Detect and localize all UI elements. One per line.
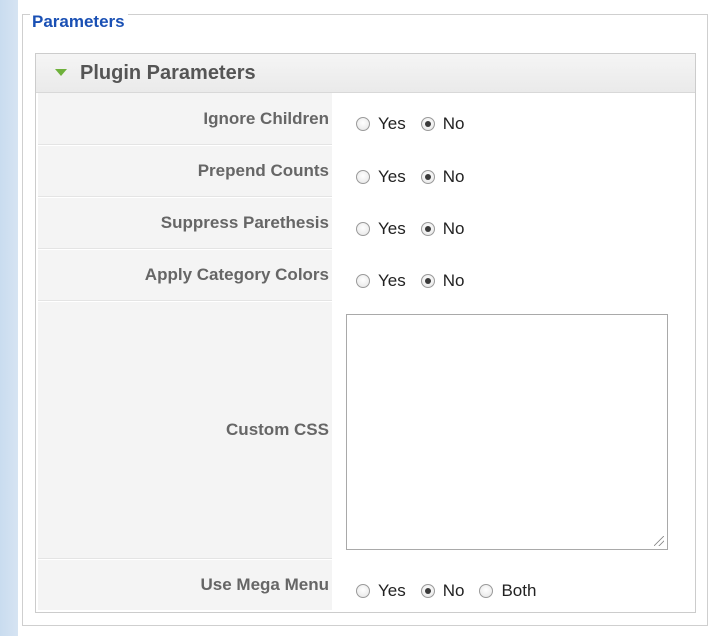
radio-group-apply-category-colors: Yes No (356, 250, 479, 312)
row-label-custom-css: Custom CSS (38, 302, 332, 559)
plugin-parameters-title: Plugin Parameters (80, 62, 256, 84)
radio-no[interactable] (420, 584, 435, 598)
radio-no[interactable] (420, 222, 435, 236)
option-both[interactable]: Both (479, 581, 536, 601)
parameters-legend: Parameters (30, 12, 128, 32)
custom-css-textarea[interactable] (346, 314, 668, 550)
radio-no[interactable] (420, 117, 435, 131)
radio-yes[interactable] (356, 170, 370, 184)
row-label-apply-category-colors: Apply Category Colors (38, 250, 332, 301)
option-yes[interactable]: Yes (356, 219, 406, 239)
radio-yes[interactable] (356, 274, 370, 288)
resize-grip-icon[interactable] (654, 536, 664, 546)
row-label-ignore-children: Ignore Children (38, 93, 332, 145)
option-yes[interactable]: Yes (356, 167, 406, 187)
radio-group-use-mega-menu: Yes No Both (356, 560, 551, 622)
option-yes[interactable]: Yes (356, 271, 406, 291)
option-no[interactable]: No (420, 219, 464, 239)
row-label-prepend-counts: Prepend Counts (38, 146, 332, 197)
radio-no[interactable] (420, 170, 435, 184)
row-label-suppress-parethesis: Suppress Parethesis (38, 198, 332, 249)
label-apply-category-colors: Apply Category Colors (144, 265, 329, 284)
option-no[interactable]: No (420, 271, 464, 291)
radio-yes[interactable] (356, 222, 370, 236)
label-custom-css: Custom CSS (226, 420, 329, 439)
radio-yes[interactable] (356, 117, 370, 131)
option-no[interactable]: No (420, 114, 464, 134)
label-use-mega-menu: Use Mega Menu (200, 575, 329, 594)
option-yes[interactable]: Yes (356, 114, 406, 134)
option-no[interactable]: No (420, 167, 464, 187)
radio-yes[interactable] (356, 584, 370, 598)
label-suppress-parethesis: Suppress Parethesis (160, 213, 329, 232)
triangle-down-icon[interactable] (55, 69, 67, 76)
option-no[interactable]: No (420, 581, 464, 601)
label-ignore-children: Ignore Children (203, 108, 329, 128)
radio-no[interactable] (420, 274, 435, 288)
plugin-parameters-header[interactable]: Plugin Parameters (36, 54, 695, 93)
option-yes[interactable]: Yes (356, 581, 406, 601)
radio-both[interactable] (479, 584, 494, 598)
row-label-use-mega-menu: Use Mega Menu (38, 560, 332, 610)
label-prepend-counts: Prepend Counts (197, 161, 329, 180)
